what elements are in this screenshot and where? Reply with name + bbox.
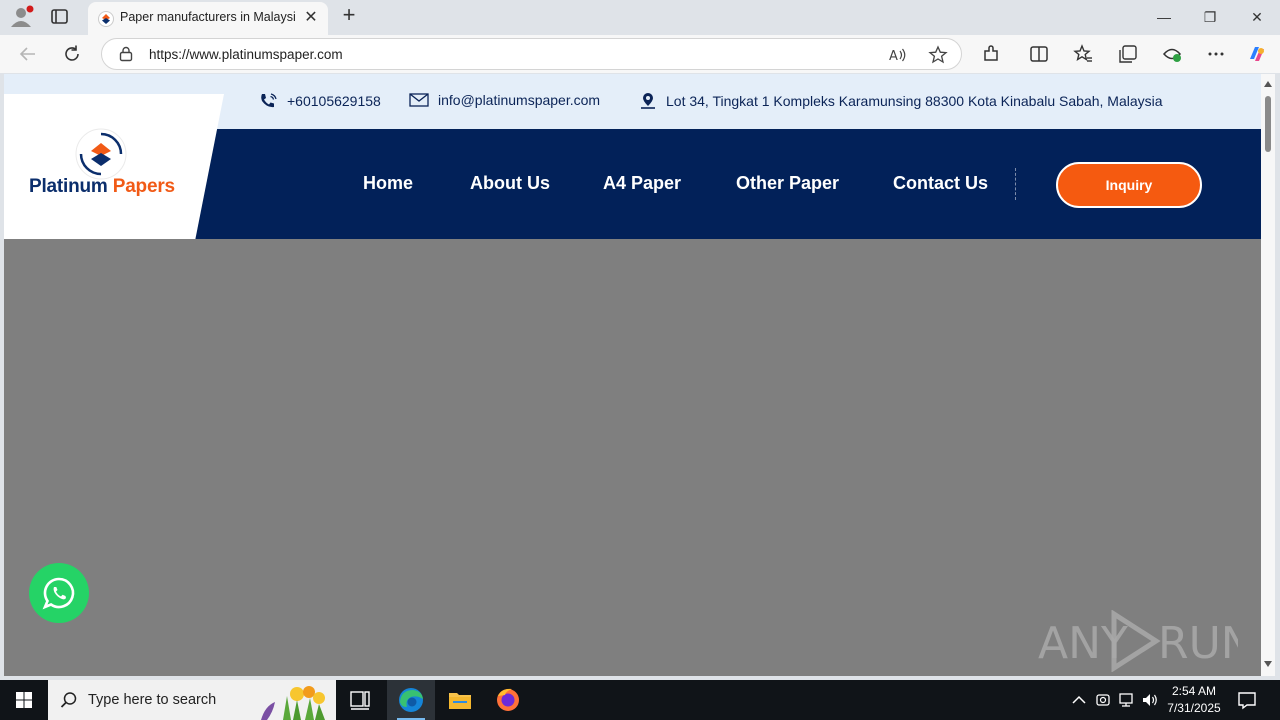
inquiry-button[interactable]: Inquiry: [1056, 162, 1202, 208]
address-text: Lot 34, Tingkat 1 Kompleks Karamunsing 8…: [666, 93, 1163, 109]
location-pin-icon: [641, 93, 655, 109]
back-icon[interactable]: [17, 43, 39, 65]
edge-icon: [399, 688, 423, 712]
whatsapp-icon: [42, 577, 75, 610]
new-tab-button[interactable]: +: [338, 4, 360, 27]
windows-logo-icon: [16, 692, 32, 708]
anyrun-watermark: ANY RUN: [1038, 609, 1254, 673]
search-icon: [60, 692, 77, 708]
scrollbar-thumb[interactable]: [1265, 96, 1271, 152]
restore-button[interactable]: ❐: [1200, 8, 1220, 26]
logo-text-papers: Papers: [112, 176, 175, 197]
svg-text:RUN: RUN: [1158, 618, 1238, 669]
logo-wordmark[interactable]: Platinum Papers: [29, 176, 175, 198]
contact-email[interactable]: info@platinumspaper.com: [409, 92, 600, 108]
phone-icon: [261, 93, 277, 108]
minimize-button[interactable]: —: [1154, 8, 1174, 26]
more-menu-icon[interactable]: [1205, 43, 1227, 65]
search-highlight-flowers-icon: [261, 686, 325, 720]
mail-icon: [409, 93, 429, 107]
clock-time: 2:54 AM: [1171, 684, 1217, 698]
nav-contact-us[interactable]: Contact Us: [893, 173, 988, 194]
close-window-button[interactable]: ✕: [1247, 8, 1267, 26]
whatsapp-button[interactable]: [29, 563, 89, 623]
platinum-papers-logo-icon[interactable]: [75, 128, 127, 180]
taskbar-clock[interactable]: 2:54 AM 7/31/2025: [1160, 683, 1228, 717]
svg-text:A: A: [889, 49, 898, 64]
refresh-icon[interactable]: [61, 43, 83, 65]
nav-other-paper[interactable]: Other Paper: [736, 173, 839, 194]
search-placeholder: Type here to search: [88, 692, 217, 708]
phone-text: +60105629158: [287, 93, 381, 109]
profile-icon[interactable]: [8, 5, 34, 29]
browser-essentials-icon[interactable]: [1161, 43, 1183, 65]
collections-icon[interactable]: [1117, 43, 1139, 65]
address-bar[interactable]: https://www.platinumspaper.com A: [101, 38, 962, 70]
read-aloud-icon[interactable]: A: [888, 45, 908, 70]
notifications-icon[interactable]: [1236, 690, 1258, 710]
meet-now-icon[interactable]: [1094, 691, 1112, 709]
clock-date: 7/31/2025: [1167, 701, 1221, 715]
browser-toolbar: https://www.platinumspaper.com A: [0, 35, 1280, 73]
favorite-star-icon[interactable]: [928, 45, 948, 70]
task-view-icon: [350, 691, 370, 710]
network-icon[interactable]: [1117, 691, 1135, 709]
web-page: +60105629158 info@platinumspaper.com Lot…: [4, 74, 1261, 676]
folder-icon: [449, 693, 471, 709]
windows-taskbar: Type here to search 2:54 AM 7/31/2025: [0, 680, 1280, 720]
nav-home[interactable]: Home: [363, 173, 413, 194]
nav-a4-paper[interactable]: A4 Paper: [603, 173, 681, 194]
tab-active[interactable]: Paper manufacturers in Malaysia, ✕: [88, 2, 328, 35]
taskbar-search[interactable]: Type here to search: [48, 680, 336, 720]
taskbar-edge[interactable]: [387, 680, 435, 720]
nav-about-us[interactable]: About Us: [470, 173, 550, 194]
taskbar-file-explorer[interactable]: [436, 680, 484, 720]
url-text[interactable]: https://www.platinumspaper.com: [149, 47, 343, 62]
firefox-icon: [497, 688, 519, 711]
task-view-button[interactable]: [336, 680, 384, 720]
lock-icon[interactable]: [118, 46, 134, 62]
taskbar-firefox[interactable]: [484, 680, 532, 720]
split-screen-icon[interactable]: [1028, 43, 1050, 65]
contact-phone[interactable]: +60105629158: [258, 92, 381, 110]
volume-icon[interactable]: [1141, 691, 1159, 709]
copilot-icon[interactable]: [1246, 43, 1268, 65]
page-scrollbar[interactable]: [1261, 74, 1275, 676]
favorites-icon[interactable]: [1072, 43, 1094, 65]
nav-divider: [1015, 168, 1016, 200]
browser-titlebar: Paper manufacturers in Malaysia, ✕ + — ❐…: [0, 0, 1280, 35]
contact-address[interactable]: Lot 34, Tingkat 1 Kompleks Karamunsing 8…: [639, 92, 1163, 110]
site-favicon-icon: [98, 11, 114, 27]
email-text: info@platinumspaper.com: [438, 92, 601, 108]
extensions-icon[interactable]: [980, 43, 1002, 65]
logo-text-platinum: Platinum: [29, 176, 113, 197]
show-hidden-icons-chevron-icon[interactable]: [1070, 691, 1088, 709]
tab-close-icon[interactable]: ✕: [302, 9, 320, 27]
tab-actions-icon[interactable]: [48, 6, 72, 28]
start-button[interactable]: [0, 680, 48, 720]
tab-title: Paper manufacturers in Malaysia,: [120, 10, 296, 24]
